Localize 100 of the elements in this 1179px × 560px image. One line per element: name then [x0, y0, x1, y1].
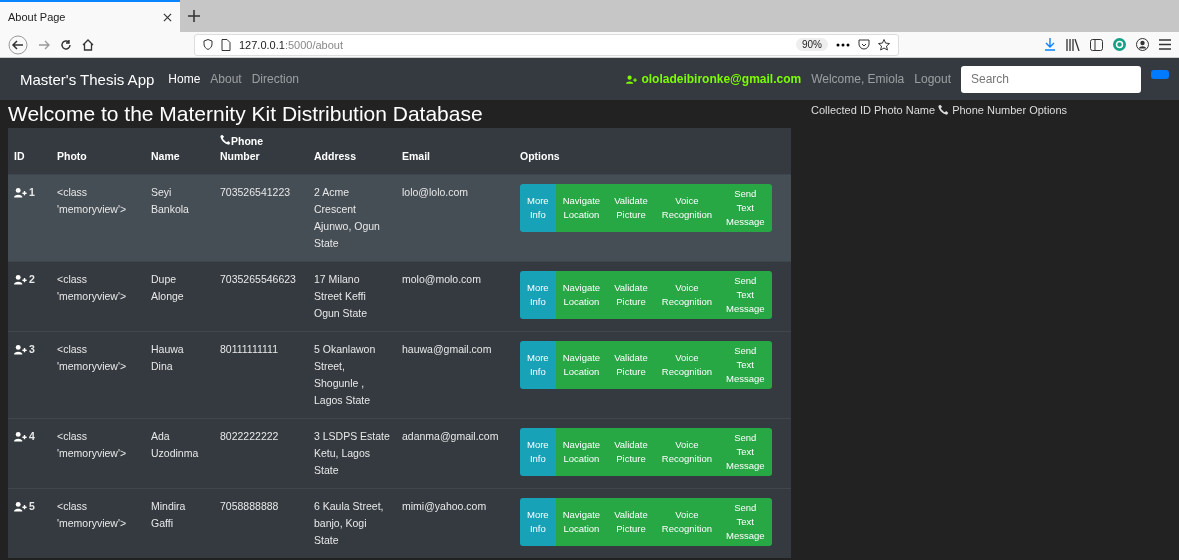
- phone-cell: 80111111111: [214, 331, 308, 419]
- column-header: Phone Number: [214, 128, 308, 175]
- option-button[interactable]: Voice Recognition: [654, 428, 719, 476]
- logout-link[interactable]: Logout: [914, 72, 951, 86]
- nav-link[interactable]: About: [210, 72, 242, 86]
- photo-cell: <class 'memoryview'>: [51, 488, 145, 558]
- column-header: Address: [308, 128, 396, 175]
- option-button[interactable]: More Info: [520, 341, 556, 389]
- photo-cell: <class 'memoryview'>: [51, 418, 145, 489]
- library-icon[interactable]: [1066, 38, 1080, 51]
- pocket-icon[interactable]: [858, 38, 870, 51]
- option-button[interactable]: Voice Recognition: [654, 271, 719, 319]
- app-brand[interactable]: Master's Thesis App: [20, 70, 155, 88]
- reload-icon[interactable]: [60, 38, 72, 51]
- user-add-icon: [14, 501, 28, 512]
- plus-icon[interactable]: [188, 10, 200, 22]
- option-button[interactable]: Validate Picture: [607, 498, 655, 546]
- url-text: 127.0.0.1:5000/about: [239, 38, 343, 51]
- email-cell: lolo@lolo.com: [396, 174, 514, 262]
- column-header: Name: [145, 128, 214, 175]
- user-add-icon: [14, 344, 28, 355]
- photo-cell: <class 'memoryview'>: [51, 261, 145, 332]
- nav-link[interactable]: Direction: [251, 72, 300, 86]
- address-cell: 6 Kaula Street, banjo, Kogi State: [308, 488, 396, 558]
- forward-icon[interactable]: [38, 38, 50, 51]
- name-cell: Dupe Alonge: [145, 261, 214, 332]
- phone-cell: 8022222222: [214, 418, 308, 489]
- address-cell: 3 LSDPS Estate Ketu, Lagos State: [308, 418, 396, 489]
- option-button[interactable]: Navigate Location: [555, 428, 608, 476]
- option-button[interactable]: Validate Picture: [607, 271, 655, 319]
- nav-link[interactable]: Home: [168, 72, 201, 86]
- address-cell: 17 Milano Street Keffi Ogun State: [308, 261, 396, 332]
- zoom-level[interactable]: 90%: [796, 38, 828, 51]
- side-text: Collected ID Photo Name: [811, 104, 936, 116]
- welcome-text: Welcome, Emiola: [811, 72, 905, 86]
- name-cell: Ada Uzodinma: [145, 418, 214, 489]
- phone-cell: 7035265546623: [214, 261, 308, 332]
- id-cell: 1: [14, 184, 35, 201]
- id-cell: 2: [14, 271, 35, 288]
- option-button[interactable]: Voice Recognition: [654, 184, 719, 232]
- id-cell: 3: [14, 341, 35, 358]
- user-add-icon: [14, 431, 28, 442]
- option-button[interactable]: Send Text Message: [718, 341, 772, 389]
- tab-title: About Page: [8, 11, 66, 23]
- star-icon[interactable]: [878, 38, 890, 51]
- phone-cell: 7058888888: [214, 488, 308, 558]
- address-cell: 2 Acme Crescent Ajunwo, Ogun State: [308, 174, 396, 262]
- page-icon: [221, 38, 231, 51]
- option-button[interactable]: Send Text Message: [718, 184, 772, 232]
- column-header: Email: [396, 128, 514, 175]
- option-button[interactable]: Navigate Location: [555, 341, 608, 389]
- email-cell: mimi@yahoo.com: [396, 488, 514, 558]
- close-icon[interactable]: [163, 12, 172, 22]
- option-button[interactable]: Validate Picture: [607, 341, 655, 389]
- page-heading: Welcome to the Maternity Kit Distribution Database: [8, 101, 484, 127]
- option-button[interactable]: Send Text Message: [718, 498, 772, 546]
- option-button[interactable]: More Info: [520, 498, 556, 546]
- option-button[interactable]: Send Text Message: [718, 271, 772, 319]
- option-button[interactable]: More Info: [520, 428, 556, 476]
- column-header: Photo: [51, 128, 145, 175]
- photo-cell: <class 'memoryview'>: [51, 174, 145, 262]
- sidebar-icon[interactable]: [1090, 38, 1103, 51]
- extension-icon[interactable]: [1113, 38, 1126, 51]
- option-button[interactable]: Navigate Location: [555, 184, 608, 232]
- photo-cell: <class 'memoryview'>: [51, 331, 145, 419]
- browser-tab[interactable]: About Page: [0, 0, 180, 32]
- option-button[interactable]: Navigate Location: [555, 271, 608, 319]
- home-icon[interactable]: [82, 38, 94, 51]
- option-button[interactable]: Navigate Location: [555, 498, 608, 546]
- address-bar[interactable]: 127.0.0.1:5000/about 90%: [194, 33, 899, 56]
- option-button[interactable]: More Info: [520, 184, 556, 232]
- id-cell: 5: [14, 498, 35, 515]
- address-cell: 5 Okanlawon Street, Shogunle , Lagos State: [308, 331, 396, 419]
- column-header: Options: [514, 128, 791, 175]
- id-cell: 4: [14, 428, 35, 445]
- shield-icon: [203, 39, 213, 50]
- email-cell: hauwa@gmail.com: [396, 331, 514, 419]
- phone-icon: [938, 104, 950, 115]
- option-button[interactable]: More Info: [520, 271, 556, 319]
- user-add-icon: [14, 187, 28, 198]
- more-icon[interactable]: [836, 42, 850, 47]
- account-icon[interactable]: [1136, 38, 1149, 51]
- side-text: Phone Number Options: [952, 104, 1068, 116]
- option-button[interactable]: Validate Picture: [607, 428, 655, 476]
- menu-icon[interactable]: [1159, 39, 1171, 50]
- user-add-icon: [14, 274, 28, 285]
- download-icon[interactable]: [1044, 38, 1056, 51]
- name-cell: Hauwa Dina: [145, 331, 214, 419]
- search-field[interactable]: Search: [961, 65, 1141, 93]
- user-add-icon: [626, 73, 639, 85]
- column-header: ID: [8, 128, 51, 175]
- option-button[interactable]: Validate Picture: [607, 184, 655, 232]
- name-cell: Mindira Gaffi: [145, 488, 214, 558]
- back-icon[interactable]: [8, 34, 28, 55]
- option-button[interactable]: Voice Recognition: [654, 341, 719, 389]
- option-button[interactable]: Voice Recognition: [654, 498, 719, 546]
- option-button[interactable]: Send Text Message: [718, 428, 772, 476]
- email-cell: adanma@gmail.com: [396, 418, 514, 489]
- email-cell: molo@molo.com: [396, 261, 514, 332]
- user-email[interactable]: ololadeibironke@gmail.com: [626, 72, 802, 86]
